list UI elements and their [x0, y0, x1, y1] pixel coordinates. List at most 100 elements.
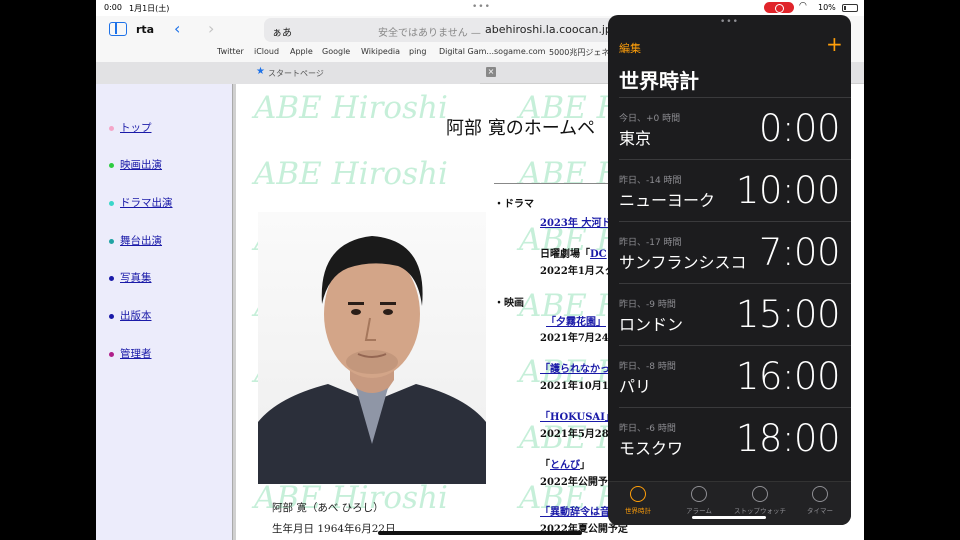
sidebar-toggle-icon[interactable] — [109, 22, 127, 36]
news-link[interactable]: 2023年 大河ド — [540, 214, 611, 229]
close-tab-icon[interactable]: × — [486, 67, 496, 77]
battery-icon — [842, 4, 858, 12]
clock-slide-over[interactable]: ••• 編集 + 世界時計 今日、+0 時間 東京 0:00 昨日、-14 時間… — [608, 15, 851, 525]
news-link-text[interactable]: 「夕霧花園」 — [546, 317, 606, 328]
status-date: 1月1日(土) — [129, 4, 170, 13]
bullet-icon — [109, 125, 114, 131]
clock-offset: 昨日、-6 時間 — [619, 424, 676, 434]
news-link[interactable]: 「HOKUSAI」 — [540, 408, 615, 423]
clock-time: 7:00 — [758, 231, 841, 274]
news-date: 2022年公開予定 — [540, 477, 618, 488]
clock-city: サンフランシスコ — [619, 253, 747, 272]
clock-row-san-francisco[interactable]: 昨日、-17 時間 サンフランシスコ 7:00 — [619, 221, 851, 283]
favorite-ping[interactable]: ping — [409, 47, 426, 56]
status-time: 0:00 — [104, 3, 122, 12]
battery-percent: 10% — [818, 3, 836, 12]
tab-start-page[interactable]: ★ スタートページ — [96, 62, 480, 84]
site-nav: トップ 映画出演 ドラマ出演 舞台出演 写真集 出版本 管理者 — [96, 84, 232, 540]
tab-label: タイマー — [807, 507, 833, 515]
tab-world-clock[interactable]: 世界時計 — [608, 486, 668, 515]
favorite-digital-game[interactable]: Digital Gam...sogame.com — [439, 47, 545, 56]
news-link[interactable]: 「護られなかっ — [540, 360, 610, 375]
wifi-icon: ◠ — [799, 1, 807, 11]
nav-link[interactable]: トップ — [120, 122, 152, 134]
back-button[interactable]: ‹ — [174, 19, 180, 38]
nav-link[interactable]: 舞台出演 — [120, 235, 162, 247]
nav-item-photobook[interactable]: 写真集 — [109, 270, 152, 285]
favorite-apple[interactable]: Apple — [290, 47, 313, 56]
nav-item-books[interactable]: 出版本 — [109, 308, 152, 323]
page-format-button[interactable]: ぁあ — [272, 24, 292, 39]
news-text: 日曜劇場「 — [540, 249, 590, 260]
nav-item-admin[interactable]: 管理者 — [109, 346, 152, 361]
clock-city: パリ — [619, 377, 652, 396]
tab-title: スタートページ — [268, 69, 324, 78]
favorite-wikipedia[interactable]: Wikipedia — [361, 47, 400, 56]
favorite-5000[interactable]: 5000兆円ジェネ — [549, 47, 609, 58]
news-link-text[interactable]: 「護られなかっ — [540, 364, 610, 375]
multitasking-dots-icon[interactable]: ••• — [472, 2, 491, 12]
clock-row-tokyo[interactable]: 今日、+0 時間 東京 0:00 — [619, 97, 851, 159]
address-bar[interactable]: ぁあ 安全ではありません — abehiroshi.la.coocan.jp — [264, 18, 624, 42]
nav-link[interactable]: ドラマ出演 — [120, 197, 173, 209]
star-icon: ★ — [256, 66, 265, 77]
tab-group-name[interactable]: rta — [136, 23, 154, 36]
actor-birthdate: 生年月日 1964年6月22日 — [272, 523, 396, 535]
timer-icon — [812, 486, 828, 502]
news-date: 2021年5月28日 — [540, 429, 619, 440]
news-link-text[interactable]: とんび — [550, 460, 580, 471]
news-text: 「 — [540, 460, 550, 471]
clock-city: モスクワ — [619, 439, 684, 458]
favorite-icloud[interactable]: iCloud — [254, 47, 279, 56]
home-indicator[interactable] — [378, 531, 582, 535]
nav-link[interactable]: 映画出演 — [120, 159, 162, 171]
nav-link[interactable]: 出版本 — [120, 310, 152, 322]
nav-item-top[interactable]: トップ — [109, 120, 152, 135]
favorite-twitter[interactable]: Twitter — [217, 47, 244, 56]
news-link-text[interactable]: 「異動辞令は音 — [540, 507, 610, 518]
page-title: 阿部 寛のホームペ — [446, 118, 596, 139]
news-item: 日曜劇場「DC — [540, 245, 607, 260]
tab-alarm[interactable]: アラーム — [669, 486, 729, 515]
globe-icon — [630, 486, 646, 502]
clock-row-moscow[interactable]: 昨日、-6 時間 モスクワ 18:00 — [619, 407, 851, 469]
clock-row-london[interactable]: 昨日、-9 時間 ロンドン 15:00 — [619, 283, 851, 345]
screen-recording-icon[interactable] — [764, 2, 794, 13]
clock-offset: 今日、+0 時間 — [619, 114, 681, 124]
tab-timer[interactable]: タイマー — [790, 486, 850, 515]
slide-over-handle-icon[interactable]: ••• — [720, 17, 739, 27]
clock-offset: 昨日、-9 時間 — [619, 300, 676, 310]
news-item: 「とんび」 — [540, 456, 590, 471]
bullet-icon — [109, 275, 114, 281]
bullet-icon — [109, 313, 114, 319]
alarm-clock-icon — [691, 486, 707, 502]
nav-link[interactable]: 写真集 — [120, 272, 152, 284]
clock-time: 18:00 — [735, 417, 841, 460]
clock-row-new-york[interactable]: 昨日、-14 時間 ニューヨーク 10:00 — [619, 159, 851, 221]
favorite-google[interactable]: Google — [322, 47, 350, 56]
edit-button[interactable]: 編集 — [619, 40, 641, 56]
clock-offset: 昨日、-17 時間 — [619, 238, 682, 248]
nav-item-stage[interactable]: 舞台出演 — [109, 233, 162, 248]
nav-item-dramas[interactable]: ドラマ出演 — [109, 195, 173, 210]
bullet-icon — [109, 238, 114, 244]
add-city-button[interactable]: + — [826, 32, 843, 56]
news-link[interactable]: 「異動辞令は音 — [540, 503, 610, 518]
tab-stopwatch[interactable]: ストップウォッチ — [730, 486, 790, 515]
clock-city: ロンドン — [619, 315, 684, 334]
nav-item-movies[interactable]: 映画出演 — [109, 157, 162, 172]
forward-button[interactable]: › — [208, 19, 214, 38]
news-section-drama: ・ドラマ — [494, 199, 534, 210]
address-host: abehiroshi.la.coocan.jp — [485, 23, 612, 36]
news-link-text[interactable]: DC — [590, 249, 607, 260]
news-link[interactable]: 「夕霧花園」 — [546, 313, 606, 328]
nav-link[interactable]: 管理者 — [120, 348, 152, 360]
profile-photo — [258, 212, 486, 484]
news-link-text[interactable]: 2023年 大河ド — [540, 218, 611, 229]
slide-over-home-indicator[interactable] — [692, 516, 766, 519]
tab-label: アラーム — [686, 507, 712, 515]
news-link-text[interactable]: 「HOKUSAI」 — [540, 412, 615, 423]
bullet-icon — [109, 351, 114, 357]
news-date: 2021年7月24日 — [540, 333, 619, 344]
clock-row-paris[interactable]: 昨日、-8 時間 パリ 16:00 — [619, 345, 851, 407]
